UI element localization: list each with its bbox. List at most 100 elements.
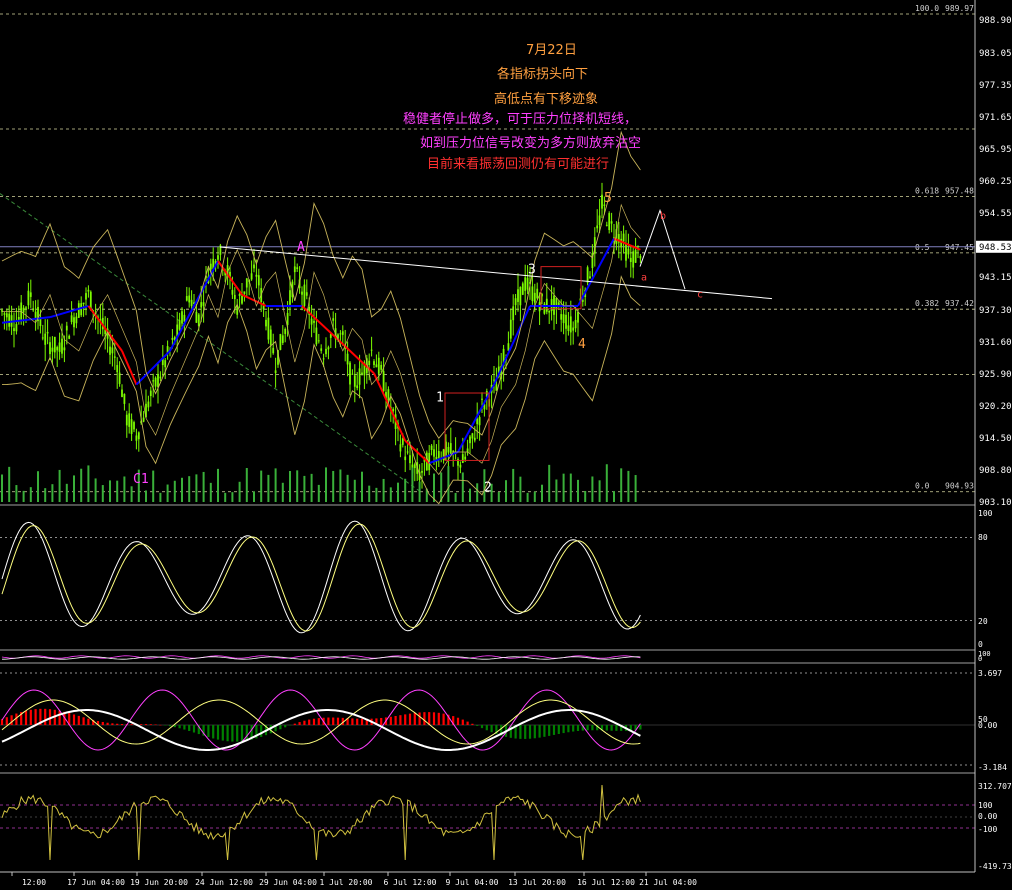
macd-histogram-bar bbox=[288, 725, 292, 726]
stoch-tick-label: 0 bbox=[978, 640, 983, 649]
candle-body bbox=[85, 293, 87, 300]
fib-ratio-label: 0.5 bbox=[915, 243, 930, 252]
volume-bar bbox=[80, 468, 83, 502]
candle-body bbox=[44, 333, 47, 345]
macd-histogram-bar bbox=[240, 725, 244, 742]
volume-bar bbox=[310, 473, 313, 502]
volume-bar bbox=[253, 491, 255, 502]
candle-body bbox=[313, 320, 315, 323]
candle-body bbox=[135, 435, 138, 441]
volume-bar bbox=[44, 488, 47, 502]
candle-body bbox=[533, 292, 536, 303]
candle-body bbox=[253, 264, 255, 269]
candle-body bbox=[70, 315, 73, 322]
macd-histogram-bar bbox=[284, 725, 287, 728]
macd-histogram-bar bbox=[207, 725, 210, 738]
candle-body bbox=[267, 317, 270, 340]
macd-histogram-bar bbox=[192, 725, 196, 733]
volume-bar bbox=[368, 485, 371, 502]
candle-body bbox=[255, 274, 258, 277]
candle-body bbox=[257, 275, 260, 286]
macd-histogram-bar bbox=[317, 718, 320, 725]
candle-body bbox=[245, 278, 248, 288]
candle-body bbox=[392, 408, 395, 412]
candle-body bbox=[562, 314, 565, 324]
candle-body bbox=[286, 312, 289, 325]
candle-body bbox=[399, 444, 402, 452]
macd-histogram-bar bbox=[312, 718, 316, 725]
candle-body bbox=[5, 313, 8, 318]
time-tick-label: 6 Jul 12:00 bbox=[384, 878, 437, 887]
macd-histogram-bar bbox=[413, 712, 416, 725]
candle-body bbox=[171, 337, 174, 340]
candle-body bbox=[572, 327, 575, 331]
candle-body bbox=[32, 308, 35, 311]
volume-bar bbox=[195, 474, 198, 502]
macd-histogram-bar bbox=[226, 725, 229, 742]
stoch-tick-label: 20 bbox=[978, 617, 988, 626]
macd-histogram-bar bbox=[130, 724, 133, 725]
cci-pane: 312.707 100 0.00 -100 -419.736 bbox=[0, 782, 1012, 871]
macd-tick-label: -3.184 bbox=[978, 763, 1007, 772]
candle-body bbox=[284, 328, 287, 334]
candle-body bbox=[293, 266, 296, 273]
volume-bar bbox=[159, 492, 162, 502]
macd-histogram-bar bbox=[519, 725, 522, 739]
candle-body bbox=[233, 294, 236, 300]
candle-body bbox=[493, 379, 495, 381]
macd-histogram-bar bbox=[164, 725, 167, 726]
candle-body bbox=[181, 311, 183, 324]
candle-body bbox=[481, 398, 483, 400]
candle-body bbox=[322, 358, 325, 360]
candle-body bbox=[577, 311, 579, 323]
candle-body bbox=[464, 456, 467, 460]
wave-label-5: 5 bbox=[604, 191, 612, 206]
candle-body bbox=[339, 333, 342, 335]
candle-body bbox=[22, 307, 25, 313]
candle-body bbox=[272, 347, 275, 354]
volume-bar bbox=[620, 468, 623, 502]
macd-histogram-bar bbox=[231, 725, 234, 742]
price-tick-label: 943.15 bbox=[979, 273, 1012, 283]
macd-histogram-bar bbox=[524, 725, 527, 739]
price-tick-label: 971.65 bbox=[979, 113, 1012, 123]
wave-label-b: b bbox=[660, 211, 666, 222]
volume-bar bbox=[65, 483, 68, 502]
candle-body bbox=[209, 263, 212, 270]
wave-label-a: a bbox=[641, 273, 647, 284]
candle-body bbox=[608, 213, 611, 231]
time-tick-label: 21 Jul 04:00 bbox=[639, 878, 697, 887]
macd-histogram-bar bbox=[572, 725, 575, 732]
moving-average-segment bbox=[121, 350, 138, 385]
candle-body bbox=[51, 347, 54, 352]
volume-bar bbox=[389, 487, 392, 502]
volume-bar bbox=[202, 471, 205, 502]
candle-body bbox=[629, 257, 632, 262]
candle-body bbox=[382, 371, 385, 392]
candle-body bbox=[29, 292, 32, 297]
moving-average-segment bbox=[613, 237, 641, 251]
volume-bar bbox=[447, 466, 450, 502]
macd-histogram-bar bbox=[485, 725, 488, 731]
candle-body bbox=[68, 335, 71, 339]
volume-bar bbox=[497, 492, 500, 502]
candle-body bbox=[320, 348, 323, 351]
candle-body bbox=[596, 225, 599, 229]
macd-histogram-bar bbox=[543, 725, 546, 737]
candle-body bbox=[560, 314, 563, 320]
wave-label-A: A bbox=[297, 240, 305, 255]
candle-body bbox=[351, 373, 354, 375]
volume-bar bbox=[274, 468, 277, 502]
candle-body bbox=[509, 319, 512, 339]
volume-bar bbox=[533, 491, 536, 502]
annotation-highs-lows: 高低点有下移迹象 bbox=[494, 92, 599, 107]
volume-bar bbox=[296, 470, 299, 502]
candle-body bbox=[341, 331, 344, 335]
macd-histogram-bar bbox=[360, 718, 364, 725]
volume-bar bbox=[87, 465, 90, 502]
volume-bar bbox=[584, 490, 587, 502]
macd-histogram-bar bbox=[528, 725, 532, 739]
macd-histogram-bar bbox=[336, 717, 340, 725]
time-tick-label: 29 Jun 04:00 bbox=[259, 878, 317, 887]
candle-body bbox=[63, 347, 66, 351]
